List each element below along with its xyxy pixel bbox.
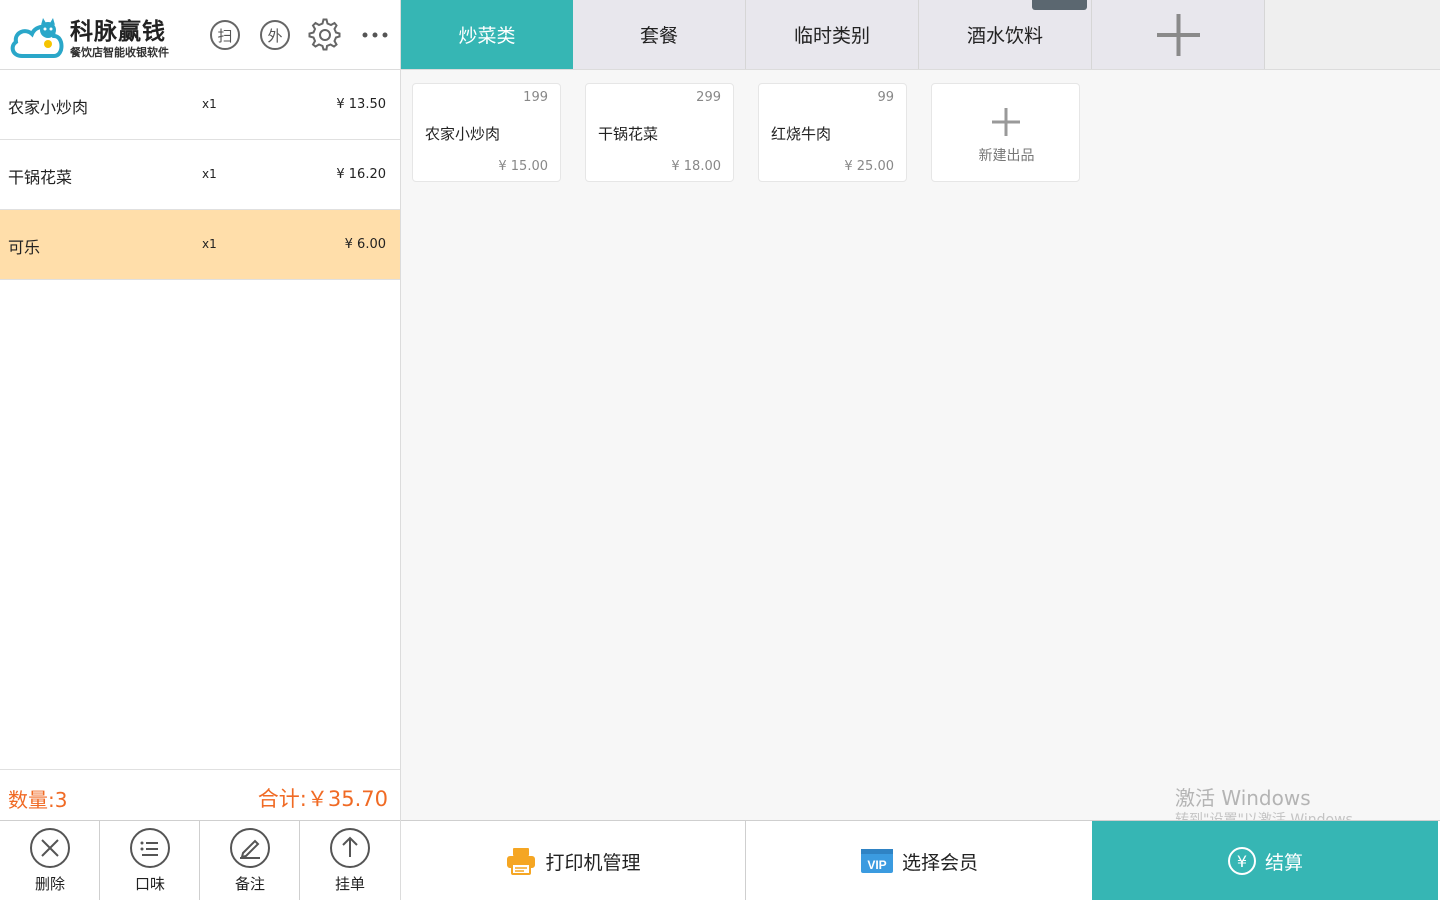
order-item-row-selected[interactable]: 可乐 x1 ¥ 6.00: [0, 210, 400, 280]
printer-management-label: 打印机管理: [545, 851, 641, 874]
cloud-cat-logo-icon: [10, 18, 64, 58]
checkout-label: 结算: [1264, 851, 1303, 874]
new-product-button[interactable]: 新建出品: [931, 83, 1080, 182]
product-name: 农家小炒肉: [425, 125, 501, 143]
hold-order-button[interactable]: 挂单: [300, 821, 400, 900]
product-code: 199: [523, 90, 548, 105]
takeout-icon[interactable]: 外: [260, 20, 290, 50]
app-subtitle: 餐饮店智能收银软件: [70, 46, 169, 59]
delete-label: 删除: [34, 875, 65, 893]
order-item-qty: x1: [202, 97, 217, 111]
order-item-price: ¥ 13.50: [336, 97, 386, 112]
order-item-name: 农家小炒肉: [8, 98, 89, 117]
scan-icon[interactable]: 扫: [210, 20, 240, 50]
checkout-button[interactable]: ¥ 结算: [1092, 821, 1438, 900]
drag-handle[interactable]: [1032, 0, 1087, 10]
order-item-name: 可乐: [8, 238, 41, 257]
product-name: 干锅花菜: [598, 125, 659, 143]
arrow-up-circle-icon: [330, 828, 370, 868]
plus-icon: [1157, 14, 1200, 56]
product-price: ¥ 15.00: [498, 159, 548, 174]
plus-icon: [992, 108, 1020, 136]
list-circle-icon: [130, 828, 170, 868]
tab-stir-fry[interactable]: 炒菜类: [401, 0, 574, 69]
printer-icon: [505, 846, 537, 876]
more-dots-icon[interactable]: [360, 26, 390, 46]
product-name: 红烧牛肉: [771, 125, 832, 143]
product-card[interactable]: 199 农家小炒肉 ¥ 15.00: [412, 83, 561, 182]
tab-drinks[interactable]: 酒水饮料: [919, 0, 1092, 69]
order-actions: 删除 口味 备注 挂单: [0, 820, 400, 900]
vip-icon: VIP: [860, 848, 894, 874]
order-item-qty: x1: [202, 237, 217, 251]
hold-order-label: 挂单: [334, 875, 365, 893]
add-category-button[interactable]: [1092, 0, 1265, 69]
pencil-circle-icon: [230, 828, 270, 868]
select-member-button[interactable]: VIP 选择会员: [746, 821, 1092, 900]
product-card[interactable]: 299 干锅花菜 ¥ 18.00: [585, 83, 734, 182]
select-member-label: 选择会员: [901, 851, 978, 874]
order-item-row[interactable]: 农家小炒肉 x1 ¥ 13.50: [0, 70, 400, 140]
app-logo: 科脉赢钱 餐饮店智能收银软件: [8, 12, 178, 60]
tab-temporary[interactable]: 临时类别: [746, 0, 919, 69]
product-code: 299: [696, 90, 721, 105]
order-item-row[interactable]: 干锅花菜 x1 ¥ 16.20: [0, 140, 400, 210]
activation-watermark: 激活 Windows: [1175, 786, 1311, 810]
printer-management-button[interactable]: 打印机管理: [401, 821, 746, 900]
new-product-label: 新建出品: [978, 148, 1035, 164]
product-price: ¥ 25.00: [844, 159, 894, 174]
product-card[interactable]: 99 红烧牛肉 ¥ 25.00: [758, 83, 907, 182]
note-label: 备注: [234, 875, 265, 893]
product-price: ¥ 18.00: [671, 159, 721, 174]
note-button[interactable]: 备注: [200, 821, 300, 900]
activation-watermark-sub: 转到"设置"以激活 Windows。: [1175, 812, 1367, 820]
order-item-name: 干锅花菜: [8, 168, 73, 187]
item-count: 数量:3: [8, 788, 68, 812]
yen-symbol: ¥: [1237, 852, 1247, 871]
flavor-button[interactable]: 口味: [100, 821, 200, 900]
app-title: 科脉赢钱: [70, 19, 166, 45]
vip-badge-text: VIP: [867, 858, 886, 872]
flavor-label: 口味: [134, 875, 165, 893]
order-item-price: ¥ 16.20: [336, 167, 386, 182]
gear-icon[interactable]: [308, 18, 342, 52]
yen-circle-icon: ¥: [1227, 846, 1257, 876]
tab-set-meal[interactable]: 套餐: [573, 0, 746, 69]
bottom-bar: 打印机管理 VIP 选择会员 ¥ 结算: [401, 820, 1440, 900]
delete-button[interactable]: 删除: [0, 821, 100, 900]
order-item-qty: x1: [202, 167, 217, 181]
product-code: 99: [877, 90, 894, 105]
delete-circle-icon: [30, 828, 70, 868]
order-summary: 数量:3 合计:￥35.70: [0, 769, 400, 820]
order-item-price: ¥ 6.00: [344, 237, 386, 252]
app-header: 科脉赢钱 餐饮店智能收银软件 扫 外: [0, 0, 400, 70]
category-tabs: 炒菜类 套餐 临时类别 酒水饮料: [401, 0, 1440, 70]
order-total: 合计:￥35.70: [257, 787, 388, 811]
order-panel: 科脉赢钱 餐饮店智能收银软件 扫 外 农家小炒肉 x1 ¥ 13.50 干锅花菜…: [0, 0, 401, 900]
